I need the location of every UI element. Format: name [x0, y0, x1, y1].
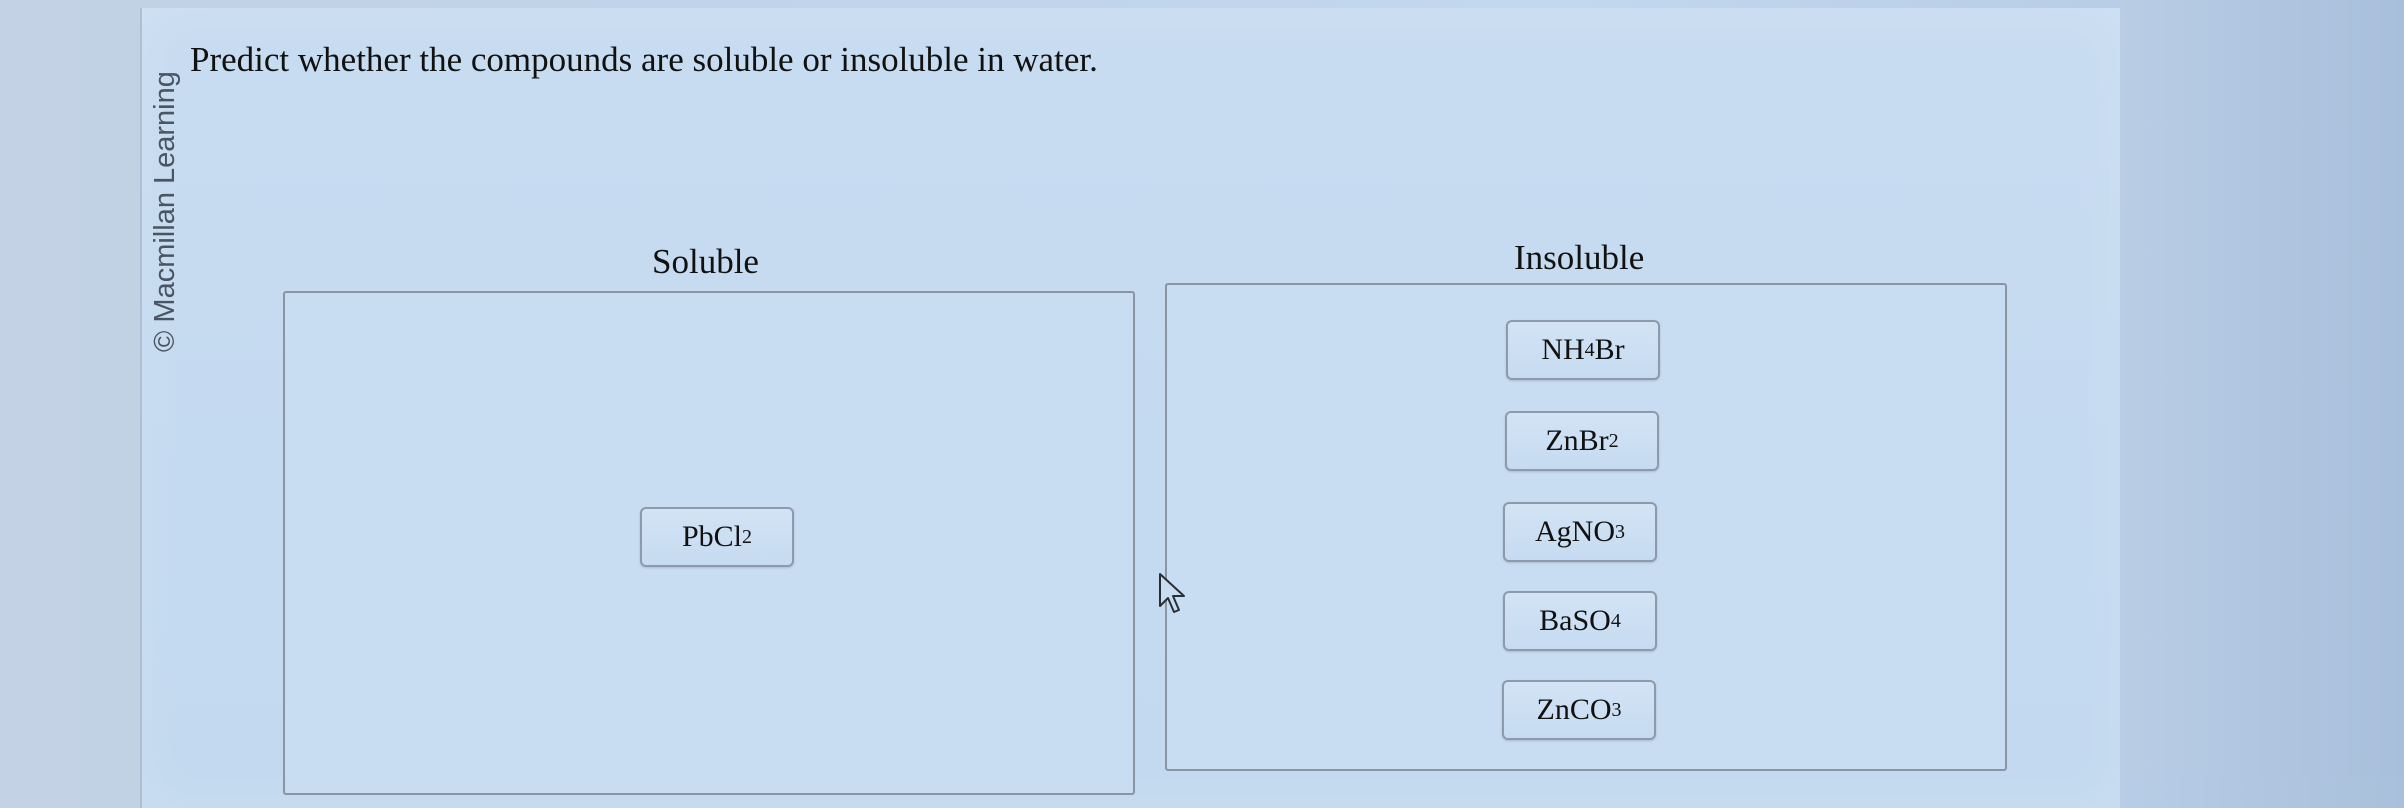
- insoluble-label: Insoluble: [1514, 238, 1645, 277]
- chip-formula-base: ZnBr: [1545, 424, 1609, 457]
- soluble-label: Soluble: [652, 242, 759, 281]
- background-shade: [2118, 0, 2404, 776]
- compound-chip-znco3[interactable]: ZnCO 3: [1502, 680, 1656, 740]
- chip-formula-base: ZnCO: [1536, 693, 1612, 726]
- compound-chip-znbr2[interactable]: ZnBr 2: [1505, 411, 1659, 471]
- chip-formula-base: AgNO: [1535, 515, 1615, 548]
- copyright-credit: © Macmillan Learning: [149, 71, 181, 352]
- compound-chip-baso4[interactable]: BaSO 4: [1503, 591, 1657, 651]
- chip-formula-tail: Br: [1594, 333, 1625, 366]
- mouse-cursor-icon: [1159, 573, 1185, 613]
- compound-chip-agno3[interactable]: AgNO 3: [1503, 502, 1657, 562]
- compound-chip-pbcl2[interactable]: PbCl 2: [640, 507, 794, 567]
- question-prompt: Predict whether the compounds are solubl…: [190, 40, 1098, 79]
- chip-formula-base: PbCl: [681, 520, 743, 553]
- chip-formula-base: BaSO: [1539, 604, 1611, 637]
- compound-chip-nh4br[interactable]: NH 4 Br: [1506, 320, 1660, 380]
- chip-formula-base: NH: [1541, 333, 1585, 366]
